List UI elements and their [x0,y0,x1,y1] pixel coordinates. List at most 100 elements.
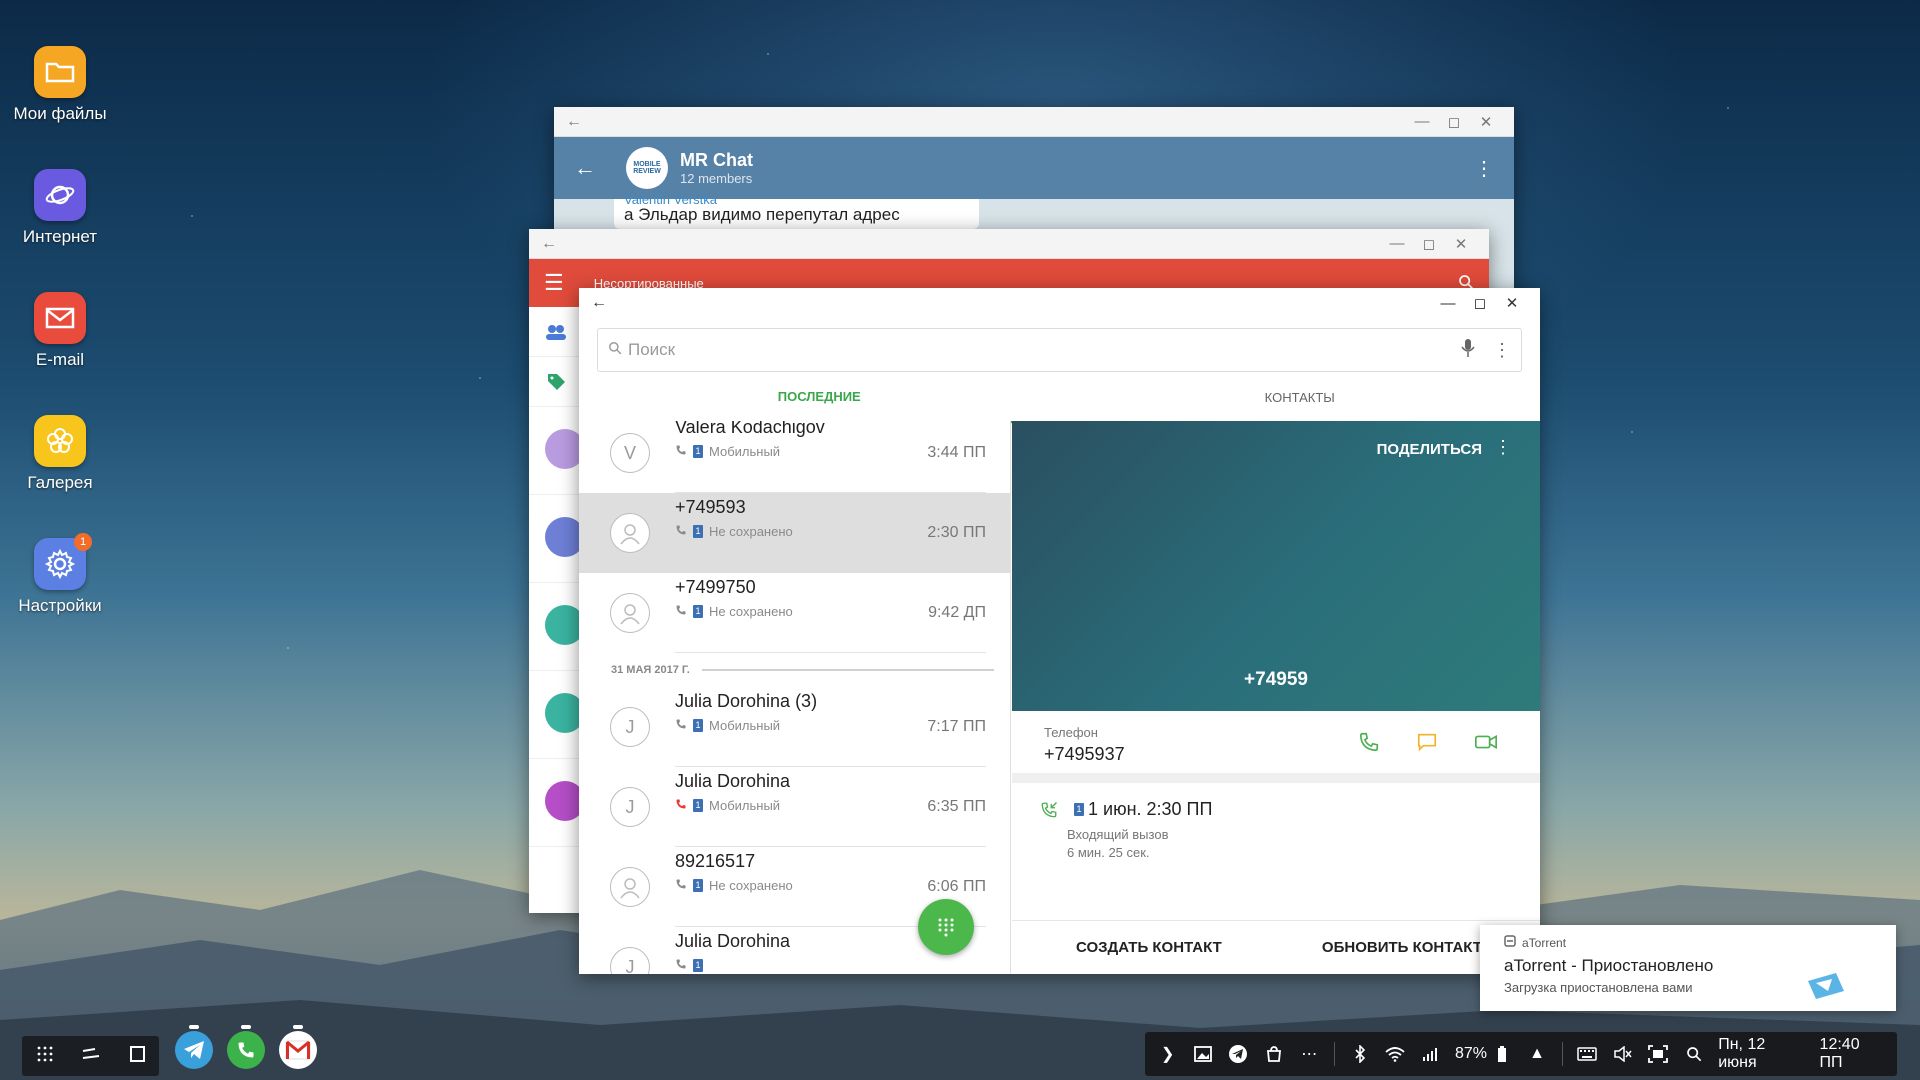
search-icon[interactable] [1683,1043,1704,1065]
wifi-icon[interactable] [1384,1043,1405,1065]
taskbar-telegram[interactable] [175,1025,213,1069]
sim-icon: 1 [693,959,703,972]
call-log-row[interactable]: J Julia Dorohina (3) 1 Мобильный 7:17 ПП [579,687,1010,767]
list-item[interactable] [529,759,585,847]
taskbar-phone[interactable] [227,1025,265,1069]
gallery-notif-icon[interactable] [1192,1043,1213,1065]
notification-toast[interactable]: aTorrent aTorrent - Приостановлено Загру… [1480,925,1896,1011]
more-vert-icon[interactable]: ⋮ [1474,156,1494,181]
call-log-row[interactable]: V Valera Kodachigov 1 Мобильный 3:44 ПП [579,421,1010,493]
video-call-icon[interactable] [1474,731,1498,755]
signal-icon[interactable] [1420,1043,1441,1065]
call-time: 2:30 ПП [927,524,986,541]
bluetooth-icon[interactable] [1349,1043,1370,1065]
call-meta: 1 Мобильный [675,718,780,733]
incoming-call-icon [675,524,687,539]
more-vert-icon[interactable]: ⋮ [1494,437,1512,458]
menu-icon[interactable]: ☰ [544,270,564,296]
mic-icon[interactable] [1461,338,1475,362]
share-button[interactable]: ПОДЕЛИТЬСЯ [1377,441,1482,458]
tab-recent[interactable]: ПОСЛЕДНИЕ [579,372,1060,423]
chevron-right-icon[interactable]: ❯ [1157,1043,1178,1065]
close-icon[interactable]: ✕ [1496,294,1528,312]
taskbar-time[interactable]: 12:40 ПП [1820,1036,1886,1072]
maximize-icon[interactable]: ◻ [1464,294,1496,312]
taskbar-gmail[interactable] [279,1025,317,1069]
list-item[interactable] [529,583,585,671]
tag-icon[interactable] [529,357,583,407]
desktop-icon-folder[interactable]: Мои файлы [10,46,110,124]
call-detail: ПОДЕЛИТЬСЯ ⋮ +74959 Телефон +7495937 1 1 [1012,421,1540,974]
phone-titlebar[interactable]: ← ― ◻ ✕ [579,288,1540,318]
call-time: 6:06 ПП [927,878,986,895]
date-separator: 31 МАЯ 2017 Г. [579,653,1010,687]
back-icon[interactable]: ← [591,294,607,312]
desktop-icon-planet[interactable]: Интернет [10,169,110,247]
telegram-titlebar[interactable]: ← ― ◻ ✕ [554,107,1514,137]
battery-icon [1491,1043,1512,1065]
dialpad-button[interactable] [918,899,974,955]
minimize-icon[interactable]: ― [1381,235,1413,252]
desktop-icon-label: E-mail [35,350,85,369]
contact-name: Julia Dorohina [675,931,791,951]
phone-icon [238,1042,254,1058]
call-log-row[interactable]: +749593 1 Не сохранено 2:30 ПП [579,493,1010,573]
email-sidebar [529,307,585,913]
sim-icon: 1 [693,719,703,732]
atorrent-icon [1504,935,1516,950]
email-icon [34,292,86,344]
call-log-row[interactable]: J Julia Dorohina 1 Мобильный 6:35 ПП [579,767,1010,847]
contact-name: Julia Dorohina (3) [675,691,818,711]
desktop-icon-gear[interactable]: 1 Настройки [10,533,110,616]
list-item[interactable] [529,495,585,583]
history-date: 1 июн. 2:30 ПП [1088,799,1213,819]
minimize-icon[interactable]: ― [1406,113,1438,130]
maximize-icon[interactable]: ◻ [1413,235,1445,253]
battery-percent[interactable]: 87% [1455,1045,1487,1063]
close-icon[interactable]: ✕ [1445,235,1477,253]
back-icon[interactable]: ← [566,113,582,131]
phone-window[interactable]: ← ― ◻ ✕ Поиск ⋮ ПОСЛЕДНИЕ КОНТАКТЫ V Vale… [579,288,1540,974]
list-item[interactable] [529,407,585,495]
hero-number: +74959 [1244,669,1308,690]
phone-value[interactable]: +7495937 [1044,744,1125,765]
maximize-icon[interactable]: ◻ [1438,113,1470,131]
keyboard-icon[interactable] [1577,1043,1598,1065]
chat-subtitle: 12 members [680,171,753,186]
telegram-notif-icon[interactable] [1228,1043,1249,1065]
apps-grid-icon[interactable] [36,1045,54,1068]
update-contact-button[interactable]: ОБНОВИТЬ КОНТАКТ [1322,939,1482,956]
chevron-up-icon[interactable]: ▲ [1526,1043,1547,1065]
list-item[interactable] [529,671,585,759]
message-bubble[interactable]: Valentin Verstka а Эльдар видимо перепут… [614,192,979,229]
tab-contacts[interactable]: КОНТАКТЫ [1060,372,1541,423]
volume-mute-icon[interactable] [1612,1043,1633,1065]
sim-icon: 1 [1074,803,1084,816]
desktop-icon-label: Галерея [27,473,93,492]
taskbar-date[interactable]: Пн, 12 июня [1718,1036,1805,1072]
store-notif-icon[interactable] [1263,1043,1284,1065]
desktop-icon-email[interactable]: E-mail [10,292,110,370]
close-icon[interactable]: ✕ [1470,113,1502,131]
chat-header: ← MOBILE REVIEW MR Chat 12 members ⋮ [554,137,1514,199]
back-arrow-icon[interactable]: ← [574,155,596,181]
minimize-icon[interactable]: ― [1432,295,1464,312]
desktop-icon-flower[interactable]: Галерея [10,415,110,493]
home-icon[interactable] [128,1045,146,1068]
call-icon[interactable] [1358,731,1382,755]
chat-title[interactable]: MR Chat [680,150,1474,171]
create-contact-button[interactable]: СОЗДАТЬ КОНТАКТ [1076,939,1222,956]
recent-apps-icon[interactable] [81,1046,101,1067]
more-vert-icon[interactable]: ⋮ [1493,340,1511,361]
search-input[interactable]: Поиск ⋮ [597,328,1522,372]
message-icon[interactable] [1416,731,1440,755]
email-titlebar[interactable]: ← ― ◻ ✕ [529,229,1489,259]
call-time: 9:42 ДП [928,604,986,621]
more-notifs-icon[interactable]: ⋯ [1299,1043,1320,1065]
back-icon[interactable]: ← [541,235,557,253]
people-icon[interactable] [529,307,583,357]
chat-avatar[interactable]: MOBILE REVIEW [626,147,668,189]
desktop-icon-label: Настройки [18,596,102,615]
call-log-row[interactable]: +7499750 1 Не сохранено 9:42 ДП [579,573,1010,653]
screen-capture-icon[interactable] [1647,1043,1669,1065]
